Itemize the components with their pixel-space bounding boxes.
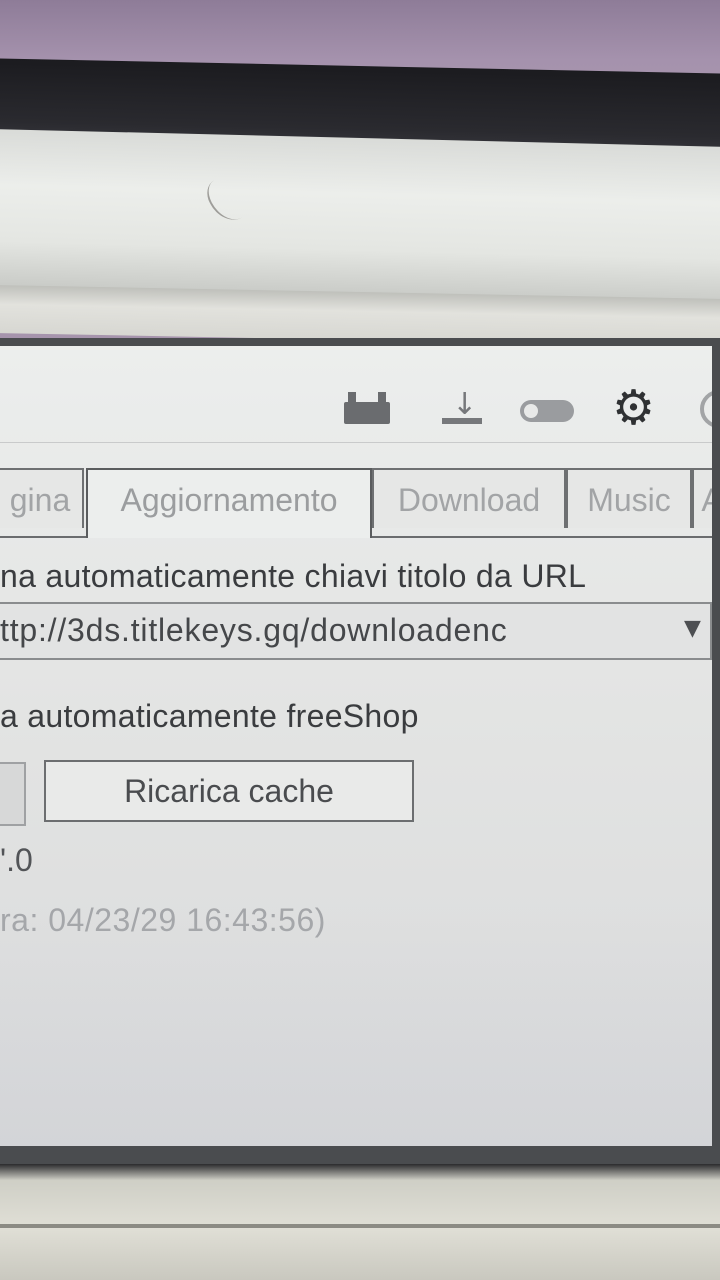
tab-partial-right[interactable]: A — [692, 468, 712, 528]
photo-frame: ↓ ⚙ gina Aggiornamento Download Music A … — [0, 0, 720, 1280]
keys-url-dropdown[interactable]: ttp://3ds.titlekeys.gq/downloadenc ▼ — [0, 602, 712, 660]
gear-icon[interactable]: ⚙ — [612, 384, 655, 432]
freeshop-option-label[interactable]: a automaticamente freeShop — [0, 698, 419, 735]
toggle-knob — [524, 404, 538, 418]
shop-icon[interactable] — [344, 392, 390, 424]
device-hinge — [0, 129, 720, 310]
search-icon[interactable] — [700, 390, 712, 428]
settings-tabs: gina Aggiornamento Download Music A — [0, 468, 712, 538]
device-bottom-seam — [0, 1224, 720, 1228]
tab-partial-left[interactable]: gina — [0, 468, 84, 528]
app-screen: ↓ ⚙ gina Aggiornamento Download Music A … — [0, 346, 712, 1146]
download-tray — [442, 418, 482, 424]
partial-left-button[interactable] — [0, 762, 26, 826]
download-icon[interactable]: ↓ — [440, 388, 484, 428]
dropdown-arrow-icon[interactable]: ▼ — [684, 616, 701, 641]
toggle-icon[interactable] — [520, 400, 574, 422]
keys-option-label[interactable]: na automaticamente chiavi titolo da URL — [0, 558, 586, 595]
tab-music[interactable]: Music — [566, 468, 692, 528]
reload-cache-button[interactable]: Ricarica cache — [44, 760, 414, 822]
version-text: '.0 — [0, 842, 33, 878]
shop-icon-handle-right — [378, 392, 386, 404]
keys-url-value: ttp://3ds.titlekeys.gq/downloadenc — [0, 612, 508, 648]
top-toolbar: ↓ ⚙ — [0, 346, 712, 443]
device-bottom-shell — [0, 1164, 720, 1280]
download-arrow-glyph: ↓ — [452, 387, 478, 422]
shop-icon-handle-left — [348, 392, 356, 404]
tab-download[interactable]: Download — [372, 468, 566, 528]
screen-glare — [0, 906, 712, 1146]
shop-icon-body — [344, 402, 390, 424]
tab-aggiornamento[interactable]: Aggiornamento — [86, 468, 372, 538]
update-timestamp: ra: 04/23/29 16:43:56) — [0, 902, 326, 938]
